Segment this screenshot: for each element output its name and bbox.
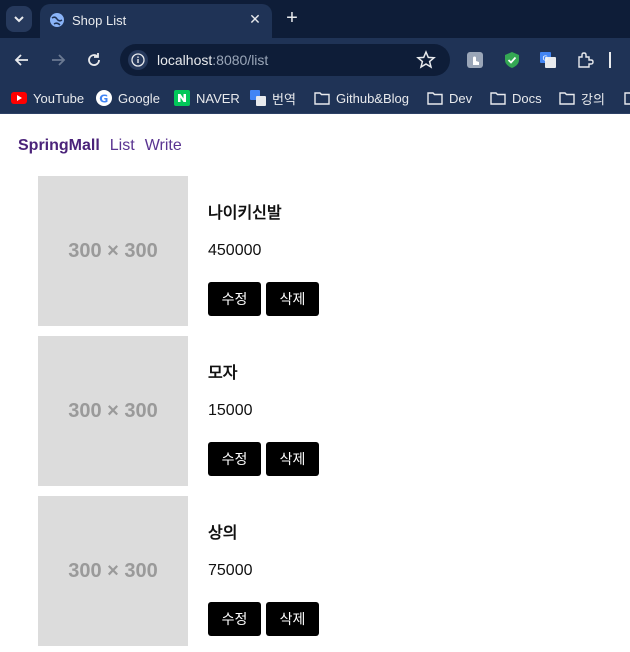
product-card: 300 × 300 나이키신발 450000 수정 삭제 xyxy=(38,176,338,326)
bookmark-folder-overflow[interactable] xyxy=(624,89,630,107)
url-path: :8080/list xyxy=(212,52,269,68)
product-card: 300 × 300 모자 15000 수정 삭제 xyxy=(38,336,338,486)
url-text[interactable]: localhost:8080/list xyxy=(157,52,268,68)
site-info-icon[interactable] xyxy=(128,50,148,70)
back-button[interactable] xyxy=(12,50,32,70)
bookmark-label: NAVER xyxy=(196,90,240,106)
google-icon: G xyxy=(96,90,112,106)
close-icon[interactable]: ✕ xyxy=(246,10,264,28)
bookmark-folder-dev[interactable]: Dev xyxy=(427,89,472,107)
svg-text:G: G xyxy=(99,92,108,105)
bookmark-folder-lecture[interactable]: 강의 xyxy=(559,89,605,107)
forward-button[interactable] xyxy=(48,50,68,70)
page-content: SpringMall List Write 300 × 300 나이키신발 45… xyxy=(0,118,630,652)
translate-icon[interactable]: G xyxy=(539,51,557,69)
delete-button[interactable]: 삭제 xyxy=(266,442,319,476)
reload-icon xyxy=(88,53,100,66)
bookmark-label: 강의 xyxy=(581,91,605,107)
product-price: 15000 xyxy=(208,402,253,419)
product-name: 상의 xyxy=(208,525,238,542)
reload-button[interactable] xyxy=(84,50,104,70)
browser-toolbar: localhost:8080/list G xyxy=(0,38,630,82)
bookmarks-bar: YouTube G Google NAVER 번역 Github&Blog De… xyxy=(0,82,630,114)
product-image-placeholder: 300 × 300 xyxy=(38,496,188,646)
bookmark-label: 번역 xyxy=(272,91,296,107)
tab-title: Shop List xyxy=(72,13,127,28)
arrow-left-icon xyxy=(14,54,28,66)
edit-button[interactable]: 수정 xyxy=(208,442,261,476)
bookmark-label: YouTube xyxy=(33,90,85,106)
bookmark-label: Github&Blog xyxy=(336,90,409,106)
youtube-icon xyxy=(11,90,27,106)
tab-shop-list[interactable]: Shop List ✕ xyxy=(40,4,272,38)
bookmark-label: Docs xyxy=(512,90,542,106)
chevron-down-icon xyxy=(14,16,24,23)
product-name: 모자 xyxy=(208,365,238,382)
bookmark-youtube[interactable]: YouTube xyxy=(11,89,84,107)
tab-bar: Shop List ✕ + xyxy=(0,0,630,38)
globe-icon xyxy=(50,13,64,27)
delete-button[interactable]: 삭제 xyxy=(266,602,319,636)
edit-button[interactable]: 수정 xyxy=(208,282,261,316)
site-nav: SpringMall List Write xyxy=(18,137,192,157)
extension-touch-icon[interactable] xyxy=(466,51,484,69)
bookmark-naver[interactable]: NAVER xyxy=(174,89,240,107)
product-name: 나이키신발 xyxy=(208,205,282,222)
nav-link-list[interactable]: List xyxy=(110,137,135,155)
extensions-puzzle-icon[interactable] xyxy=(576,51,594,69)
new-tab-button[interactable]: + xyxy=(282,8,302,28)
nav-link-write[interactable]: Write xyxy=(145,137,182,155)
tab-search-button[interactable] xyxy=(6,6,32,32)
svg-text:G: G xyxy=(543,55,548,63)
folder-icon xyxy=(624,90,630,106)
bookmark-star-icon[interactable] xyxy=(416,50,436,70)
product-price: 75000 xyxy=(208,562,253,579)
url-host: localhost xyxy=(157,52,213,68)
folder-icon xyxy=(314,90,330,106)
product-price: 450000 xyxy=(208,242,262,259)
toolbar-divider xyxy=(609,52,611,68)
folder-icon xyxy=(490,90,506,106)
address-bar[interactable]: localhost:8080/list xyxy=(120,44,450,76)
bookmark-translate[interactable]: 번역 xyxy=(250,89,296,107)
product-image-placeholder: 300 × 300 xyxy=(38,336,188,486)
bookmark-label: Google xyxy=(118,90,160,106)
site-logo[interactable]: SpringMall xyxy=(18,137,100,155)
product-card: 300 × 300 상의 75000 수정 삭제 xyxy=(38,496,338,646)
edit-button[interactable]: 수정 xyxy=(208,602,261,636)
delete-button[interactable]: 삭제 xyxy=(266,282,319,316)
translate-icon xyxy=(250,90,266,106)
bookmark-google[interactable]: G Google xyxy=(96,89,160,107)
bookmark-folder-docs[interactable]: Docs xyxy=(490,89,542,107)
bookmark-folder-github[interactable]: Github&Blog xyxy=(314,89,409,107)
folder-icon xyxy=(559,90,575,106)
shield-icon[interactable] xyxy=(503,51,521,69)
naver-icon xyxy=(174,90,190,106)
arrow-right-icon xyxy=(52,54,66,66)
product-image-placeholder: 300 × 300 xyxy=(38,176,188,326)
bookmark-label: Dev xyxy=(449,90,473,106)
folder-icon xyxy=(427,90,443,106)
